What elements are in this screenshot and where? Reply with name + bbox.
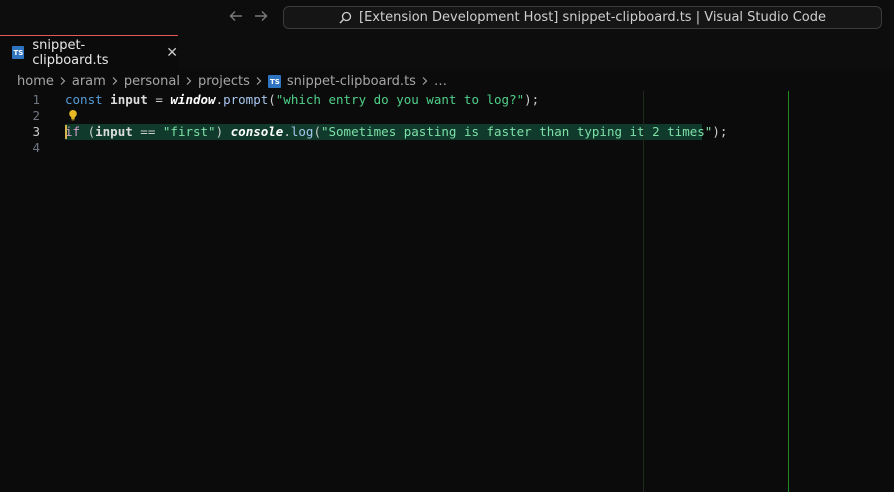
command-center[interactable]: [Extension Development Host] snippet-cli… (283, 6, 882, 29)
ruler-guide (788, 91, 789, 492)
code-text[interactable]: const input = window.prompt("which entry… (65, 92, 539, 108)
ts-icon: TS (12, 46, 25, 59)
command-center-text: [Extension Development Host] snippet-cli… (359, 10, 826, 25)
token-keyword: if (65, 124, 81, 139)
line-number: 1 (32, 92, 40, 107)
breadcrumb-item-personal[interactable]: personal (124, 74, 180, 89)
token-operator: == (140, 124, 156, 139)
token-paren: ( (268, 92, 276, 107)
token-global: console (230, 124, 284, 139)
token-global: window (170, 92, 216, 107)
line-number: 3 (32, 124, 40, 139)
code-line[interactable]: 4 (0, 140, 894, 156)
chevron-right-icon (184, 76, 194, 86)
token-function: prompt (223, 92, 269, 107)
breadcrumb-item-aram[interactable]: aram (72, 74, 106, 89)
token-string: "Sometimes pasting is faster than typing… (320, 124, 713, 139)
breadcrumb-item-home[interactable]: home (17, 74, 54, 89)
code-line[interactable]: 2 (0, 108, 894, 124)
token-string: "first" (162, 124, 216, 139)
search-icon (339, 11, 352, 24)
code-editor[interactable]: 1 const input = window.prompt("which ent… (0, 91, 894, 492)
chevron-right-icon (420, 76, 430, 86)
close-icon[interactable]: ✕ (166, 45, 178, 61)
ts-icon: TS (267, 74, 281, 88)
token-dot: . (215, 92, 224, 107)
tab-bar: TS snippet-clipboard.ts ✕ (0, 35, 894, 69)
text-cursor (65, 125, 67, 139)
breadcrumb-item-symbols[interactable]: … (434, 74, 447, 89)
code-text[interactable]: if (input == "first") console.log("Somet… (65, 124, 727, 140)
token-paren: ); (712, 124, 728, 139)
token-keyword: const (65, 92, 103, 107)
line-number: 2 (32, 108, 40, 123)
token-operator: = (155, 92, 163, 107)
token-paren: ( (87, 124, 96, 139)
title-bar: [Extension Development Host] snippet-cli… (0, 0, 894, 35)
chevron-right-icon (58, 76, 68, 86)
chevron-right-icon (110, 76, 120, 86)
arrow-right-icon[interactable] (252, 8, 270, 26)
token-variable: input (110, 92, 148, 107)
token-dot: . (283, 124, 291, 139)
code-line[interactable]: 1 const input = window.prompt("which ent… (0, 92, 894, 108)
breadcrumb-item-projects[interactable]: projects (198, 74, 250, 89)
token-paren: ) (215, 124, 224, 139)
token-function: log (290, 124, 314, 139)
line-number: 4 (32, 140, 40, 155)
breadcrumb-item-file[interactable]: snippet-clipboard.ts (287, 74, 416, 89)
tab-snippet-clipboard[interactable]: TS snippet-clipboard.ts ✕ (0, 35, 178, 69)
token-paren: ); (524, 92, 540, 107)
code-line-active[interactable]: 3 if (input == "first") console.log("Som… (0, 124, 894, 140)
token-paren: ( (313, 124, 321, 139)
token-variable: input (95, 124, 133, 139)
breadcrumb: home aram personal projects TS snippet-c… (17, 72, 447, 90)
tab-label: snippet-clipboard.ts (32, 37, 109, 68)
arrow-left-icon[interactable] (227, 8, 245, 26)
ruler-guide (643, 91, 644, 492)
chevron-right-icon (254, 76, 264, 86)
lightbulb-icon[interactable] (67, 109, 79, 121)
token-string: "which entry do you want to log?" (275, 92, 525, 107)
